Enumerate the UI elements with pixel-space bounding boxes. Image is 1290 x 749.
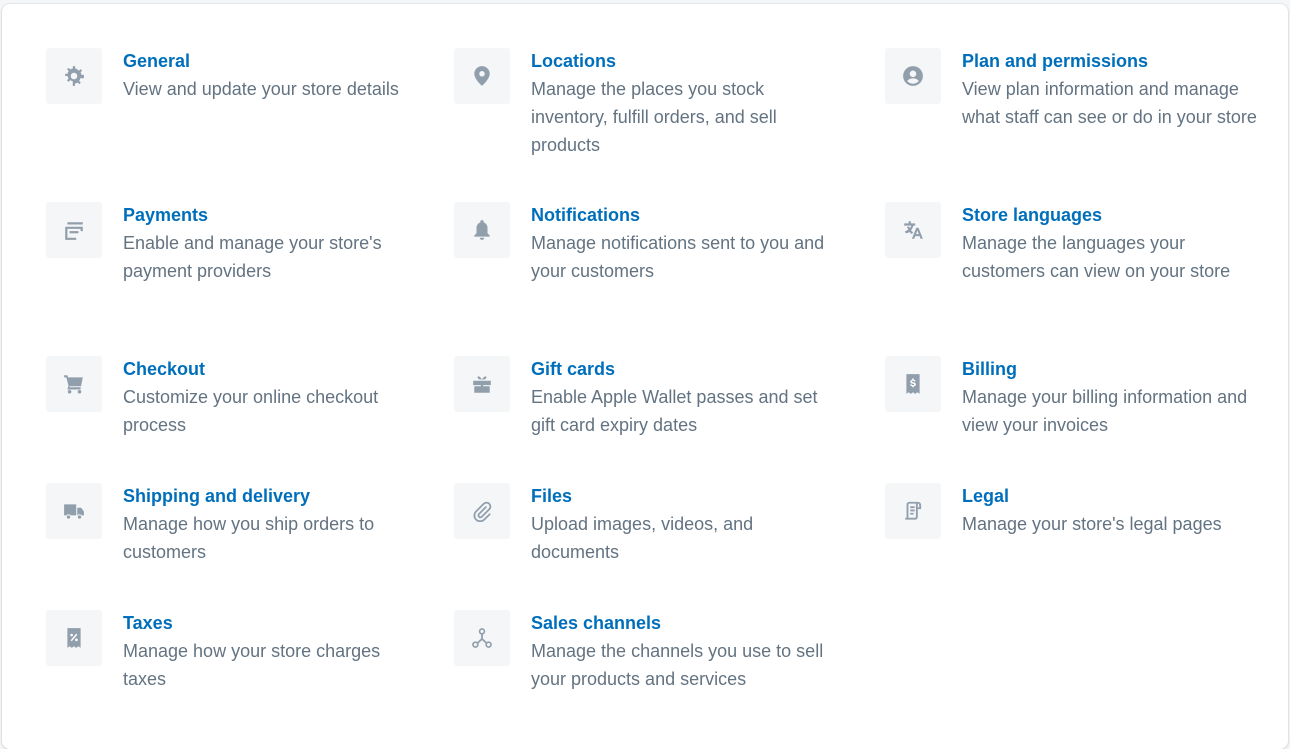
- settings-item-title[interactable]: Billing: [962, 356, 1262, 382]
- settings-card: General View and update your store detai…: [2, 4, 1288, 749]
- settings-item-description: Customize your online checkout process: [123, 387, 379, 435]
- gift-icon: [454, 356, 510, 412]
- location-pin-icon: [454, 48, 510, 104]
- settings-item-description: Manage how you ship orders to customers: [123, 514, 375, 562]
- settings-item-title[interactable]: Files: [531, 483, 831, 509]
- legal-document-icon: [885, 483, 941, 539]
- settings-item-description: Manage how your store charges taxes: [123, 641, 381, 689]
- settings-item-title[interactable]: General: [123, 48, 423, 74]
- settings-item-description: Manage the places you stock inventory, f…: [531, 79, 777, 155]
- settings-item-description: Enable Apple Wallet passes and set gift …: [531, 387, 818, 435]
- bell-icon: [454, 202, 510, 258]
- settings-item-description: View plan information and manage what st…: [962, 79, 1257, 127]
- credit-card-icon: [46, 202, 102, 258]
- settings-item-title[interactable]: Plan and permissions: [962, 48, 1262, 74]
- settings-item-description: Manage your billing information and view…: [962, 387, 1248, 435]
- settings-item-description: Upload images, videos, and documents: [531, 514, 754, 562]
- truck-icon: [46, 483, 102, 539]
- cart-icon: [46, 356, 102, 412]
- settings-item-title[interactable]: Store languages: [962, 202, 1262, 228]
- paperclip-icon: [454, 483, 510, 539]
- settings-item-title[interactable]: Taxes: [123, 610, 423, 636]
- settings-item-description: Manage the languages your customers can …: [962, 233, 1231, 281]
- settings-item-description: Manage notifications sent to you and you…: [531, 233, 825, 281]
- settings-item-description: Enable and manage your store's payment p…: [123, 233, 382, 281]
- translate-icon: [885, 202, 941, 258]
- settings-item-title[interactable]: Checkout: [123, 356, 423, 382]
- gear-icon: [46, 48, 102, 104]
- settings-item-title[interactable]: Notifications: [531, 202, 831, 228]
- sales-channels-icon: [454, 610, 510, 666]
- settings-item-title[interactable]: Sales channels: [531, 610, 831, 636]
- billing-receipt-icon: [885, 356, 941, 412]
- settings-item-title[interactable]: Gift cards: [531, 356, 831, 382]
- settings-item-description: Manage the channels you use to sell your…: [531, 641, 824, 689]
- tax-receipt-icon: [46, 610, 102, 666]
- user-circle-icon: [885, 48, 941, 104]
- settings-item-title[interactable]: Legal: [962, 483, 1262, 509]
- settings-item-description: View and update your store details: [123, 79, 399, 99]
- settings-item-description: Manage your store's legal pages: [962, 514, 1222, 534]
- settings-item-title[interactable]: Locations: [531, 48, 831, 74]
- settings-item-title[interactable]: Payments: [123, 202, 423, 228]
- settings-item-title[interactable]: Shipping and delivery: [123, 483, 423, 509]
